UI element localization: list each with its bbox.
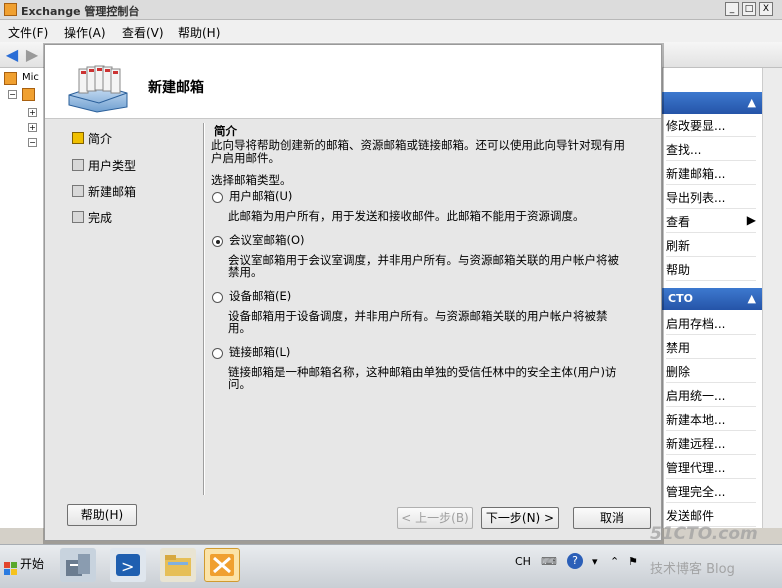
mailbox-type-label[interactable]: 用户邮箱(U) [229, 190, 292, 203]
cancel-button[interactable]: 取消 [573, 507, 651, 529]
organization-node-icon[interactable] [22, 88, 35, 101]
explorer-folder-icon[interactable] [160, 548, 196, 582]
mailbox-wizard-icon [68, 65, 128, 113]
server-manager-icon[interactable] [60, 548, 96, 582]
expand-icon[interactable]: + [28, 108, 37, 117]
submenu-arrow-icon: ▶ [746, 213, 756, 227]
mailbox-type-description: 用。 [228, 321, 251, 335]
action-item[interactable]: 禁用 [666, 336, 756, 359]
back-arrow-icon[interactable]: ◀ [3, 46, 21, 64]
mailbox-type-description: 此邮箱为用户所有，用于发送和接收邮件。此邮箱不能用于资源调度。 [228, 209, 585, 223]
mailbox-type-description: 链接邮箱是一种邮箱名称，这种邮箱由单独的受信任林中的安全主体(用户)访 [228, 365, 617, 379]
mailbox-type-label[interactable]: 会议室邮箱(O) [229, 234, 305, 247]
svg-text:>: > [121, 557, 134, 576]
start-button[interactable]: 开始 [2, 549, 48, 579]
exchange-app-icon [4, 3, 17, 16]
action-item[interactable]: 新建邮箱... [666, 162, 756, 185]
action-item[interactable]: 管理完全... [666, 480, 756, 503]
action-item[interactable]: 刷新 [666, 234, 756, 257]
mailbox-type-label[interactable]: 链接邮箱(L) [229, 346, 290, 359]
action-item[interactable]: 新建本地... [666, 408, 756, 431]
action-center-flag-icon[interactable]: ⚑ [628, 555, 638, 568]
menu-action[interactable]: 操作(A) [64, 24, 106, 41]
show-hidden-icons[interactable]: ⌃ [610, 555, 619, 568]
keyboard-icon[interactable]: ⌨ [541, 555, 557, 568]
tree-root-label[interactable]: Mic [22, 72, 39, 83]
help-button[interactable]: 帮助(H) [67, 504, 137, 526]
collapse-icon[interactable]: − [28, 138, 37, 147]
close-button[interactable]: X [759, 2, 773, 16]
current-step-icon [72, 132, 84, 144]
windows-logo-icon [4, 557, 18, 575]
step-user-type: 用户类型 [72, 157, 136, 174]
collapse-up-icon[interactable]: ▲ [748, 292, 756, 305]
intro-text-line2: 户启用邮件。 [211, 151, 280, 165]
action-item[interactable]: 管理代理... [666, 456, 756, 479]
pending-step-icon [72, 159, 84, 171]
action-item[interactable]: 帮助 [666, 258, 756, 281]
action-item[interactable]: 删除 [666, 360, 756, 383]
exchange-console-taskbar-icon[interactable] [204, 548, 240, 582]
mailbox-type-description: 设备邮箱用于设备调度，并非用户所有。与资源邮箱关联的用户帐户将被禁 [228, 309, 608, 323]
wizard-title: 新建邮箱 [148, 80, 204, 96]
powershell-icon[interactable]: > [110, 548, 146, 582]
action-item[interactable]: 启用统一... [666, 384, 756, 407]
menu-bar: 文件(F) 操作(A) 查看(V) 帮助(H) [0, 20, 782, 42]
mailbox-type-radio[interactable] [212, 192, 223, 203]
mailbox-type-radio[interactable] [212, 292, 223, 303]
step-new-mailbox: 新建邮箱 [72, 183, 136, 200]
language-indicator[interactable]: CH [515, 555, 531, 568]
mailbox-type-description: 禁用。 [228, 265, 263, 279]
action-item[interactable]: 启用存档... [666, 312, 756, 335]
wizard-divider [203, 123, 205, 495]
action-item[interactable]: 查看 ▶ [666, 210, 756, 233]
menu-help[interactable]: 帮助(H) [178, 24, 220, 41]
watermark-line2: 技术博客 Blog [650, 562, 735, 577]
collapse-icon[interactable]: − [8, 90, 17, 99]
expand-icon[interactable]: + [28, 123, 37, 132]
help-question-icon[interactable]: ? [567, 553, 583, 569]
step-completion: 完成 [72, 209, 112, 226]
window-title: Exchange 管理控制台 [21, 5, 140, 18]
maximize-button[interactable]: □ [742, 2, 756, 16]
mailbox-type-description: 会议室邮箱用于会议室调度，并非用户所有。与资源邮箱关联的用户帐户将被 [228, 253, 619, 267]
wizard-header [45, 45, 661, 119]
menu-file[interactable]: 文件(F) [8, 24, 48, 41]
watermark-line1: 51CTO.com [650, 524, 758, 544]
step-intro: 简介 [72, 130, 112, 147]
action-item[interactable]: 新建远程... [666, 432, 756, 455]
choose-type-label: 选择邮箱类型。 [211, 173, 292, 187]
action-item[interactable]: 修改要显... [666, 114, 756, 137]
title-bar: Exchange 管理控制台 _ □ X [0, 0, 782, 20]
collapse-up-icon[interactable]: ▲ [748, 96, 756, 109]
actions-scrollbar[interactable] [762, 68, 782, 528]
forward-arrow-icon[interactable]: ▶ [23, 46, 41, 64]
minimize-button[interactable]: _ [725, 2, 739, 16]
pending-step-icon [72, 185, 84, 197]
menu-view[interactable]: 查看(V) [122, 24, 164, 41]
console-tree: Mic − + + − [0, 68, 46, 528]
tray-options-icon[interactable]: ▾ [592, 555, 598, 568]
actions-header-recipients[interactable]: ▲ [662, 92, 762, 114]
mailbox-type-radio[interactable] [212, 348, 223, 359]
mailbox-type-label[interactable]: 设备邮箱(E) [229, 290, 291, 303]
back-button[interactable]: < 上一步(B) [397, 507, 473, 529]
pending-step-icon [72, 211, 84, 223]
exchange-node-icon [4, 72, 17, 85]
action-item[interactable]: 导出列表... [666, 186, 756, 209]
mailbox-type-description: 问。 [228, 377, 251, 391]
section-title: 简介 [214, 124, 237, 138]
mailbox-type-radio[interactable] [212, 236, 223, 247]
actions-header-cto[interactable]: CTO ▲ [662, 288, 762, 310]
next-button[interactable]: 下一步(N) > [481, 507, 559, 529]
action-item[interactable]: 查找... [666, 138, 756, 161]
